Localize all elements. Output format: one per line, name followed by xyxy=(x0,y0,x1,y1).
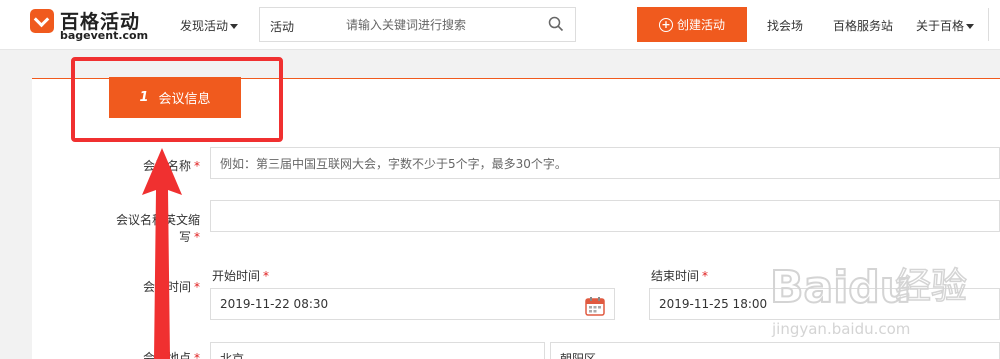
nav-about[interactable]: 关于百格 xyxy=(916,17,975,34)
logo-text-en: bagevent.com xyxy=(60,29,149,42)
required-mark: * xyxy=(702,269,709,283)
start-time-label: 开始时间 * xyxy=(212,267,269,284)
end-time-label: 结束时间 * xyxy=(651,267,708,284)
watermark-url: jingyan.baidu.com xyxy=(771,320,910,338)
start-time-input[interactable]: 2019-11-22 08:30 xyxy=(210,288,615,320)
meeting-abbr-input[interactable] xyxy=(210,200,1000,232)
nav-discover-label: 发现活动 xyxy=(180,19,229,33)
caret-down-icon xyxy=(230,24,239,29)
required-mark: * xyxy=(194,230,200,244)
caret-down-icon xyxy=(966,24,975,29)
nav-find-venue[interactable]: 找会场 xyxy=(767,17,803,34)
top-header: 百格活动 bagevent.com 发现活动 活动 + 创建活动 找会场 百格服… xyxy=(0,0,1000,50)
search-type-select[interactable]: 活动 xyxy=(270,18,294,35)
required-mark: * xyxy=(194,280,200,294)
calendar-icon[interactable] xyxy=(585,296,605,316)
required-mark: * xyxy=(194,159,200,173)
bagevent-logo[interactable]: 百格活动 bagevent.com xyxy=(30,7,155,43)
create-event-label: 创建活动 xyxy=(676,18,725,32)
annotation-arrow-icon xyxy=(142,148,182,359)
plus-circle-icon: + xyxy=(658,17,673,32)
annotation-highlight-box xyxy=(71,57,283,142)
baidu-jingyan-watermark: Baidu 经验 jingyan.baidu.com xyxy=(770,261,968,338)
header-divider xyxy=(988,8,989,41)
search-bar: 活动 xyxy=(259,7,576,42)
logo-heart-icon xyxy=(30,9,54,33)
province-select[interactable]: 北京 xyxy=(210,342,545,359)
meeting-name-input[interactable]: 例如：第三届中国互联网大会，字数不少于5个字，最多30个字。 xyxy=(210,147,1000,179)
required-mark: * xyxy=(194,351,200,359)
search-input[interactable] xyxy=(346,8,536,41)
search-icon[interactable] xyxy=(548,16,564,32)
nav-discover-events[interactable]: 发现活动 xyxy=(180,17,239,34)
create-event-button[interactable]: + 创建活动 xyxy=(637,7,747,42)
watermark-cn: 经验 xyxy=(895,266,967,307)
nav-about-label: 关于百格 xyxy=(916,19,965,33)
required-mark: * xyxy=(263,269,270,283)
end-time-label-text: 结束时间 xyxy=(651,269,700,283)
start-time-label-text: 开始时间 xyxy=(212,269,261,283)
nav-service-station[interactable]: 百格服务站 xyxy=(833,17,893,34)
watermark-brand: Baidu xyxy=(770,262,911,313)
